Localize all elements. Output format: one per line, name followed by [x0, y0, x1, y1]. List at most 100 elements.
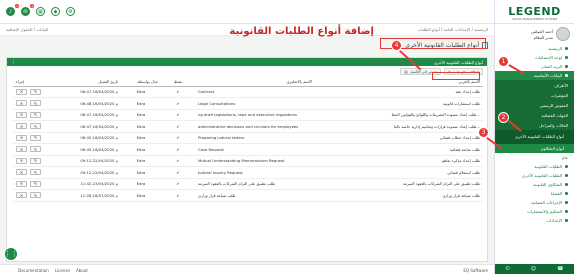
delete-icon[interactable]: ✕	[16, 146, 27, 153]
cell-name-en: Mutual Understanding Memorandum Request	[195, 155, 315, 167]
active-check-icon: ✔	[161, 86, 195, 98]
sidebar-item-procedures[interactable]: الإجراءات القضائية	[495, 198, 574, 207]
edit-icon[interactable]: ✎	[30, 169, 41, 176]
cell-name-ar: طلب استشارات قانونية	[315, 97, 483, 110]
table-row[interactable]: ✕ ✎ 11:28,18/07/2020 م Edra ✔ طلب صياغة قرار …	[13, 189, 483, 202]
settings-icon[interactable]: ⚙	[66, 7, 75, 16]
edit-icon[interactable]: ✎	[30, 88, 41, 95]
footer-copyright: EQ Software	[463, 268, 488, 273]
secondary-link[interactable]: البيانات / الحقول الإضافية	[6, 27, 48, 32]
cell-modified-by: Edra	[121, 166, 161, 179]
footer-link-about[interactable]: About	[76, 268, 88, 273]
active-check-icon: ✔	[161, 132, 195, 144]
edit-icon[interactable]: ✎	[30, 146, 41, 153]
sidebar-item-home[interactable]: الرئيسية	[495, 44, 574, 53]
col-name-en[interactable]: الاسم بالانجليزي	[195, 78, 315, 87]
edit-icon[interactable]: ✎	[30, 192, 41, 199]
col-active[interactable]: نشط	[161, 78, 195, 87]
active-check-icon: ✔	[161, 178, 195, 190]
sidebar-group-label: الحالات والمراحل	[539, 122, 568, 128]
cell-modified-by: Edra	[121, 97, 161, 110]
user-panel[interactable]: أحمد العولقي مدير النظام	[495, 24, 574, 44]
sidebar-item-settings[interactable]: الإعدادات	[495, 216, 574, 225]
cell-modified-by: Edra	[121, 132, 161, 144]
delete-icon[interactable]: ✕	[16, 134, 27, 141]
sidebar-group-official[interactable]: المفوض الرسمي	[495, 100, 574, 110]
edit-icon[interactable]: ✎	[30, 134, 41, 141]
logout-icon[interactable]: ⏻	[506, 266, 510, 272]
user-icon[interactable]: ☺	[531, 266, 536, 272]
sidebar-item-legal-requests[interactable]: الطلبات القانونية	[495, 162, 574, 171]
delete-icon[interactable]: ✕	[16, 192, 27, 199]
delete-icon[interactable]: ✕	[16, 180, 27, 187]
edit-icon[interactable]: ✎	[30, 100, 41, 107]
calendar-icon[interactable]: ▦	[36, 7, 45, 16]
cell-name-en: Preparing judicial letters	[195, 132, 315, 144]
box-icon[interactable]: ◆	[51, 7, 60, 16]
edit-icon[interactable]: ✎	[30, 123, 41, 130]
delete-icon[interactable]: ✕	[16, 123, 27, 130]
delete-icon[interactable]: ✕	[16, 111, 27, 118]
delete-icon[interactable]: ✕	[16, 157, 27, 164]
table-row[interactable]: ✕ ✎ 06:45,16/04/2020 م Edra ✔ Case Request طلب…	[13, 143, 483, 156]
delete-icon[interactable]: ✕	[16, 88, 27, 95]
sidebar-item-label: لوحة الإحصائيات	[534, 55, 562, 60]
sidebar-group-indicators[interactable]: المؤشرات	[495, 90, 574, 100]
annotation-box-add	[432, 72, 480, 80]
col-modified-by[interactable]: عدل بواسطة	[121, 78, 161, 87]
sidebar-item-master-data[interactable]: البيانات الأساسية	[495, 71, 574, 80]
active-check-icon: ✔	[161, 166, 195, 179]
cell-name-en: Judicial Inquiry Request	[195, 166, 315, 179]
edit-icon[interactable]: ✎	[30, 180, 41, 187]
row-actions: ✕ ✎	[13, 120, 65, 133]
sidebar-group-label: المفوض الرسمي	[539, 102, 568, 108]
card-header-title: أنواع الطلبات القانونية الأخرى	[433, 59, 483, 65]
active-check-icon: ✔	[161, 143, 195, 156]
sidebar-item-complaints[interactable]: الشكاوى القانونية	[495, 180, 574, 189]
sidebar-item-label: الشكاوى القانونية	[533, 182, 562, 187]
active-check-icon: ✔	[161, 120, 195, 133]
table-row[interactable]: ✕ ✎ 06:48,16/04/2020 م Edra ✔ Legal Consultat…	[13, 97, 483, 110]
table-row[interactable]: ✕ ✎ 06:47,16/04/2020 م Edra ✔ Contract طلب إعد…	[13, 86, 483, 98]
col-modified-date[interactable]: تاريخ التعديل	[65, 78, 121, 87]
cell-name-en: Contract	[195, 86, 315, 98]
grid-toggle-icon[interactable]: ⋮	[11, 59, 16, 65]
phone-icon[interactable]: ☎	[557, 266, 563, 272]
folder-icon	[565, 183, 568, 186]
delete-icon[interactable]: ✕	[16, 169, 27, 176]
gear-icon	[565, 219, 568, 222]
table-row[interactable]: ✕ ✎ 06:47,16/04/2020 م Edra ✔ administrative …	[13, 120, 483, 133]
cell-name-ar: طلب إعداد عقد	[315, 86, 483, 98]
apps-grid-button[interactable]: ⋮⋮	[4, 248, 18, 260]
cell-modified-by: Edra	[121, 178, 161, 190]
records-table-wrap: إجراء تاريخ التعديل عدل بواسطة نشط الاسم…	[13, 78, 483, 202]
table-row[interactable]: ✕ ✎ 11:42,23/04/2020 م Edra ✔ طلب تطبيق على ا…	[13, 178, 483, 190]
bell-icon[interactable]: ♪ 2	[6, 4, 19, 16]
sidebar-item-arbitration[interactable]: التحكيم والاستشارات	[495, 207, 574, 216]
edit-icon[interactable]: ✎	[30, 111, 41, 118]
chat-icon[interactable]: ✉ 4	[21, 4, 34, 16]
sidebar-item-other-requests[interactable]: الطلبات القانونية الأخرى	[495, 171, 574, 180]
notification-badge: 2	[15, 4, 19, 8]
sidebar-footer: ⏻ ☺ ☎	[495, 264, 574, 274]
sidebar: LEGEND LEGAL MANAGEMENT SYSTEM أحمد العول…	[494, 0, 574, 274]
main-content: أنواع الطلبات القانونية الأخرى ⋮ أنواع ا…	[6, 39, 488, 262]
app-root: ♪ 2 ✉ 4 ▦ ◆ ⚙ البيانات / الحقول الإضافية ا…	[0, 0, 574, 274]
sidebar-item-label: عام	[561, 155, 568, 160]
delete-icon[interactable]: ✕	[16, 100, 27, 107]
sidebar-sub-other-legal-requests[interactable]: أنواع الطلبات القانونية الأخرى	[495, 130, 574, 144]
table-row[interactable]: ✕ ✎ 09:12,22/04/2020 م Edra ✔ Mutual Understa…	[13, 155, 483, 167]
footer-link-documentation[interactable]: Documentation	[18, 268, 49, 273]
row-actions: ✕ ✎	[13, 155, 65, 167]
footer-link-license[interactable]: License	[55, 268, 70, 273]
sidebar-group-parties[interactable]: الأطراف	[495, 80, 574, 90]
sidebar-item-cases[interactable]: القضايا	[495, 189, 574, 198]
table-row[interactable]: ✕ ✎ 06:47,16/04/2020 م Edra ✔ ng draft legisl…	[13, 109, 483, 121]
sidebar-sub-complaint-types[interactable]: أنواع الشكاوى	[495, 144, 574, 153]
edit-icon[interactable]: ✎	[30, 157, 41, 164]
row-actions: ✕ ✎	[13, 189, 65, 202]
breadcrumb[interactable]: الرئيسية / الإعدادات العامة / أنواع الطل…	[418, 27, 488, 32]
table-row[interactable]: ✕ ✎ 09:12,22/04/2020 م Edra ✔ Judicial Inquir…	[13, 166, 483, 179]
sidebar-item-general[interactable]: عام	[495, 153, 574, 162]
table-row[interactable]: ✕ ✎ 06:45,16/04/2020 م Edra ✔ Preparing judic…	[13, 132, 483, 144]
